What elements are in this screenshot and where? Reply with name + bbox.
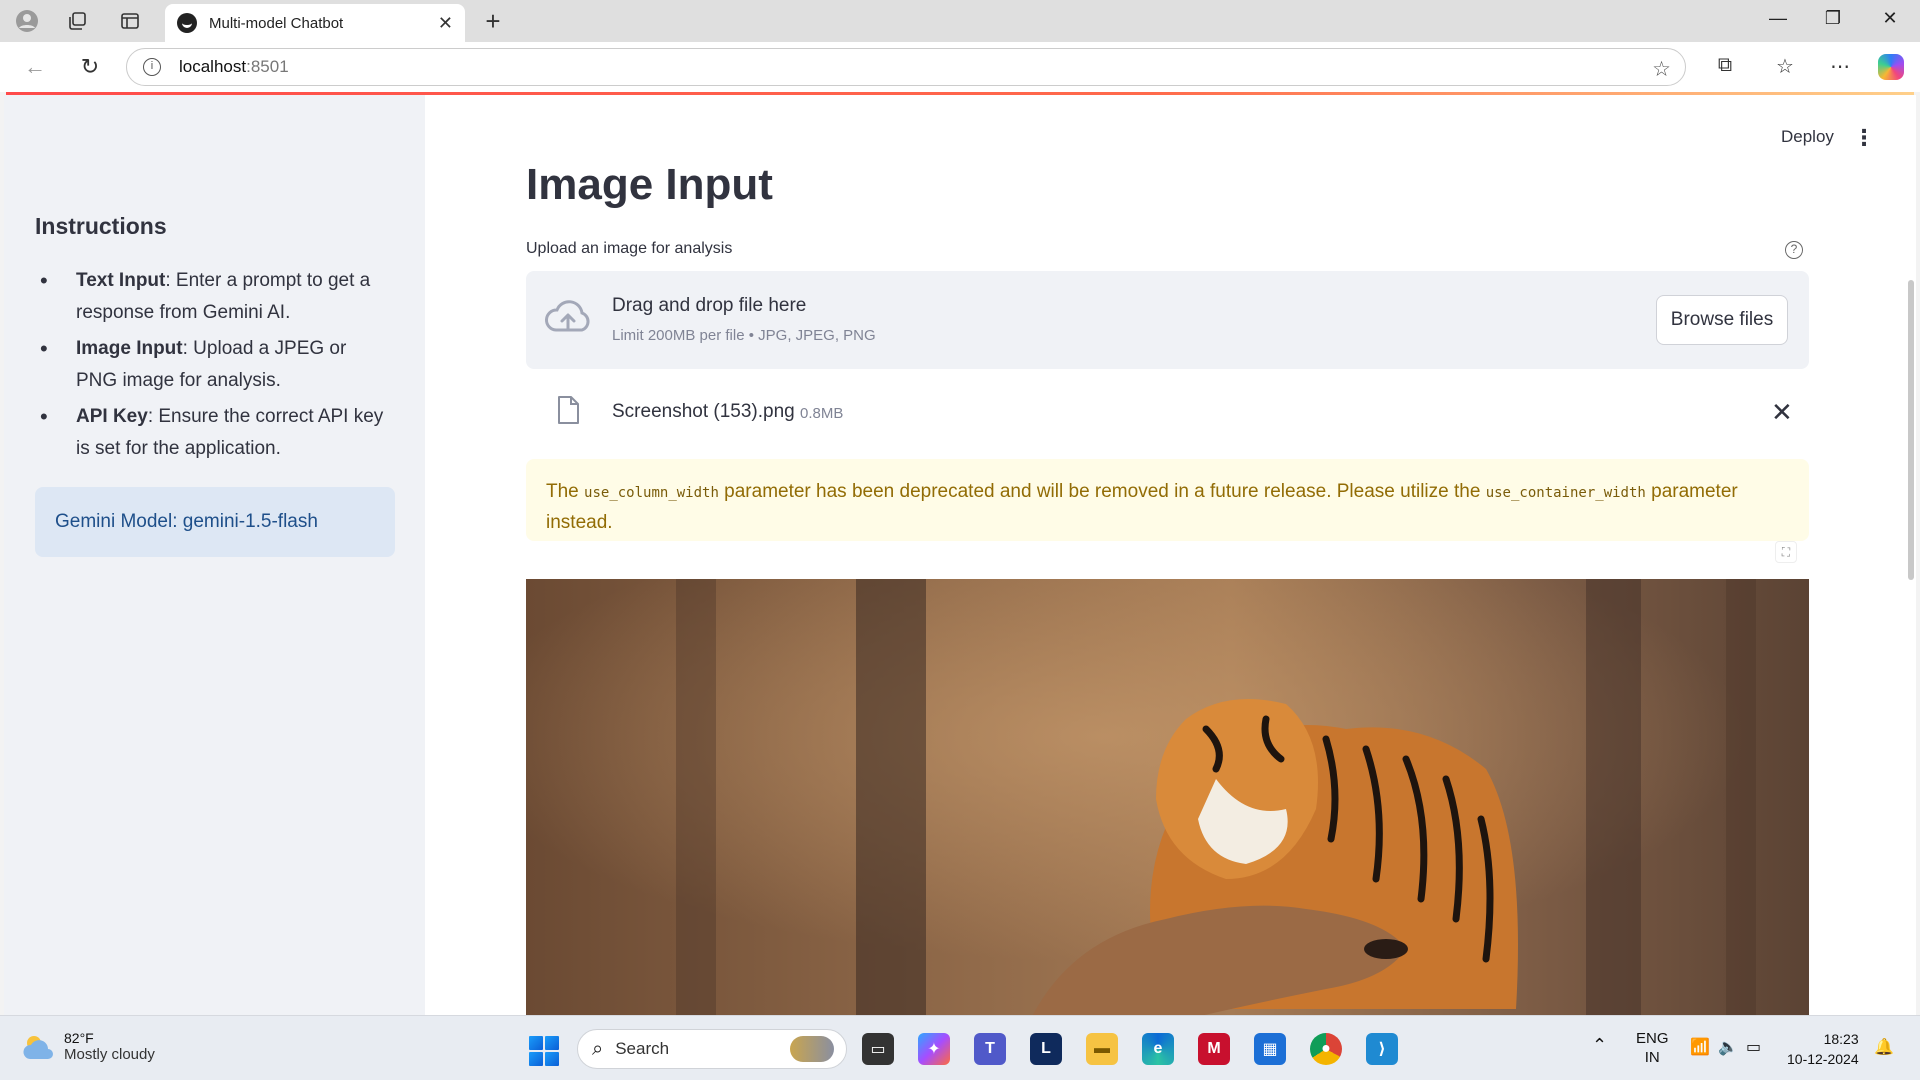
windows-start-icon[interactable] bbox=[529, 1036, 559, 1066]
cloudy-weather-icon bbox=[23, 1035, 53, 1059]
weather-temperature: 82°F bbox=[64, 1030, 94, 1046]
tiger-photo bbox=[526, 579, 1809, 1015]
tab-multi-model-chatbot[interactable]: Multi-model Chatbot ✕ bbox=[165, 4, 465, 42]
sidebar-title: Instructions bbox=[35, 213, 167, 239]
language-code: ENG bbox=[1636, 1030, 1669, 1047]
volume-icon[interactable]: 🔈 bbox=[1718, 1038, 1738, 1057]
close-tab-icon[interactable]: ✕ bbox=[438, 13, 453, 34]
favorite-star-icon[interactable]: ☆ bbox=[1652, 57, 1671, 82]
deprecation-warning: The use_column_width parameter has been … bbox=[526, 459, 1809, 541]
warning-text: parameter has been deprecated and will b… bbox=[718, 481, 1486, 502]
streamlit-app: Instructions Text Input: Enter a prompt … bbox=[4, 95, 1916, 1015]
dropzone-limit: Limit 200MB per file • JPG, JPEG, PNG bbox=[612, 327, 876, 344]
copilot-app-icon[interactable]: ✦ bbox=[918, 1033, 950, 1065]
page-title: Image Input bbox=[526, 160, 773, 209]
profile-icon[interactable] bbox=[12, 7, 42, 35]
warning-code: use_column_width bbox=[584, 485, 719, 501]
more-menu-icon[interactable]: ⋯ bbox=[1825, 54, 1855, 79]
list-item-term: Text Input bbox=[76, 270, 166, 291]
fullscreen-icon[interactable]: ⛶ bbox=[1775, 541, 1797, 563]
instructions-list: Text Input: Enter a prompt to get a resp… bbox=[40, 265, 390, 469]
notification-bell-icon[interactable]: 🔔 bbox=[1874, 1038, 1894, 1057]
streamlit-favicon-icon bbox=[177, 13, 197, 33]
edge-icon[interactable]: e bbox=[1142, 1033, 1174, 1065]
uploader-label: Upload an image for analysis bbox=[526, 240, 733, 257]
warning-text: The bbox=[546, 481, 585, 502]
favorites-icon[interactable]: ☆ bbox=[1770, 54, 1800, 79]
clock-date: 10-12-2024 bbox=[1787, 1051, 1859, 1067]
taskbar-search[interactable]: ⌕ Search bbox=[577, 1029, 847, 1069]
model-info-box: Gemini Model: gemini-1.5-flash bbox=[35, 487, 395, 557]
help-icon[interactable]: ? bbox=[1785, 241, 1803, 259]
tab-actions-icon[interactable] bbox=[115, 7, 145, 35]
mcafee-icon[interactable]: M bbox=[1198, 1033, 1230, 1065]
weather-description: Mostly cloudy bbox=[64, 1046, 155, 1063]
file-dropzone[interactable]: Drag and drop file here Limit 200MB per … bbox=[526, 271, 1809, 369]
address-toolbar: ← ↻ i localhost :8501 ☆ ⧉ ☆ ⋯ bbox=[0, 42, 1920, 92]
back-icon[interactable]: ← bbox=[20, 53, 50, 81]
weather-widget[interactable]: 82°F Mostly cloudy bbox=[22, 1030, 155, 1063]
sidebar: Instructions Text Input: Enter a prompt … bbox=[4, 95, 425, 1015]
tab-title: Multi-model Chatbot bbox=[209, 14, 344, 32]
vscode-icon[interactable]: ⟩ bbox=[1366, 1033, 1398, 1065]
cloud-upload-icon bbox=[544, 299, 592, 342]
workspaces-icon[interactable] bbox=[62, 7, 92, 35]
page-scrollbar[interactable] bbox=[1908, 280, 1914, 580]
list-item: Image Input: Upload a JPEG or PNG image … bbox=[40, 333, 390, 397]
extensions-icon[interactable]: ⧉ bbox=[1710, 54, 1740, 77]
list-item-term: Image Input bbox=[76, 338, 183, 359]
dropzone-instruction: Drag and drop file here bbox=[612, 295, 807, 316]
windows-taskbar: 82°F Mostly cloudy ⌕ Search ▭ ✦ T L ▬ e … bbox=[0, 1015, 1920, 1080]
search-label: Search bbox=[615, 1039, 670, 1058]
clock[interactable]: 18:23 10-12-2024 bbox=[1787, 1029, 1859, 1069]
region-code: IN bbox=[1644, 1049, 1660, 1066]
file-size: 0.8MB bbox=[800, 405, 844, 422]
uploaded-image bbox=[526, 579, 1809, 1015]
site-info-icon[interactable]: i bbox=[143, 58, 161, 76]
uploaded-file-row: Screenshot (153).png 0.8MB ✕ bbox=[526, 385, 1809, 441]
chrome-icon[interactable]: ● bbox=[1310, 1033, 1342, 1065]
warning-code: use_container_width bbox=[1485, 485, 1646, 501]
file-name: Screenshot (153).png bbox=[612, 401, 795, 422]
language-indicator[interactable]: ENG IN bbox=[1636, 1029, 1669, 1067]
clock-time: 18:23 bbox=[1823, 1031, 1859, 1047]
list-item: Text Input: Enter a prompt to get a resp… bbox=[40, 265, 390, 329]
deploy-button[interactable]: Deploy bbox=[1781, 127, 1834, 147]
show-hidden-icons-icon[interactable]: ⌃ bbox=[1592, 1036, 1607, 1055]
new-tab-icon[interactable]: + bbox=[478, 6, 508, 37]
browse-files-button[interactable]: Browse files bbox=[1656, 295, 1788, 345]
browser-tab-bar: Multi-model Chatbot ✕ + — ❐ ✕ bbox=[0, 0, 1920, 42]
search-icon: ⌕ bbox=[592, 1037, 604, 1060]
search-highlight-icon bbox=[790, 1036, 834, 1062]
url-input[interactable]: i localhost :8501 ☆ bbox=[126, 48, 1686, 86]
remove-file-icon[interactable]: ✕ bbox=[1771, 397, 1793, 428]
list-item: API Key: Ensure the correct API key is s… bbox=[40, 401, 390, 465]
list-item-term: API Key bbox=[76, 406, 148, 427]
task-view-icon[interactable]: ▭ bbox=[862, 1033, 894, 1065]
main-content: Deploy ⋮ Image Input Upload an image for… bbox=[425, 95, 1916, 1015]
window-close-icon[interactable]: ✕ bbox=[1870, 8, 1910, 29]
wifi-icon[interactable]: 📶 bbox=[1690, 1038, 1710, 1057]
main-menu-icon[interactable]: ⋮ bbox=[1853, 125, 1875, 151]
copilot-icon[interactable] bbox=[1878, 54, 1904, 80]
file-icon bbox=[556, 395, 580, 430]
l-app-icon[interactable]: L bbox=[1030, 1033, 1062, 1065]
minimize-icon[interactable]: — bbox=[1758, 8, 1798, 29]
reload-icon[interactable]: ↻ bbox=[75, 53, 105, 81]
ms-store-icon[interactable]: ▦ bbox=[1254, 1033, 1286, 1065]
url-host: localhost bbox=[179, 57, 247, 76]
url-port: :8501 bbox=[246, 57, 289, 76]
teams-icon[interactable]: T bbox=[974, 1033, 1006, 1065]
file-explorer-icon[interactable]: ▬ bbox=[1086, 1033, 1118, 1065]
restore-icon[interactable]: ❐ bbox=[1813, 8, 1853, 29]
battery-icon[interactable]: ▭ bbox=[1746, 1038, 1761, 1057]
